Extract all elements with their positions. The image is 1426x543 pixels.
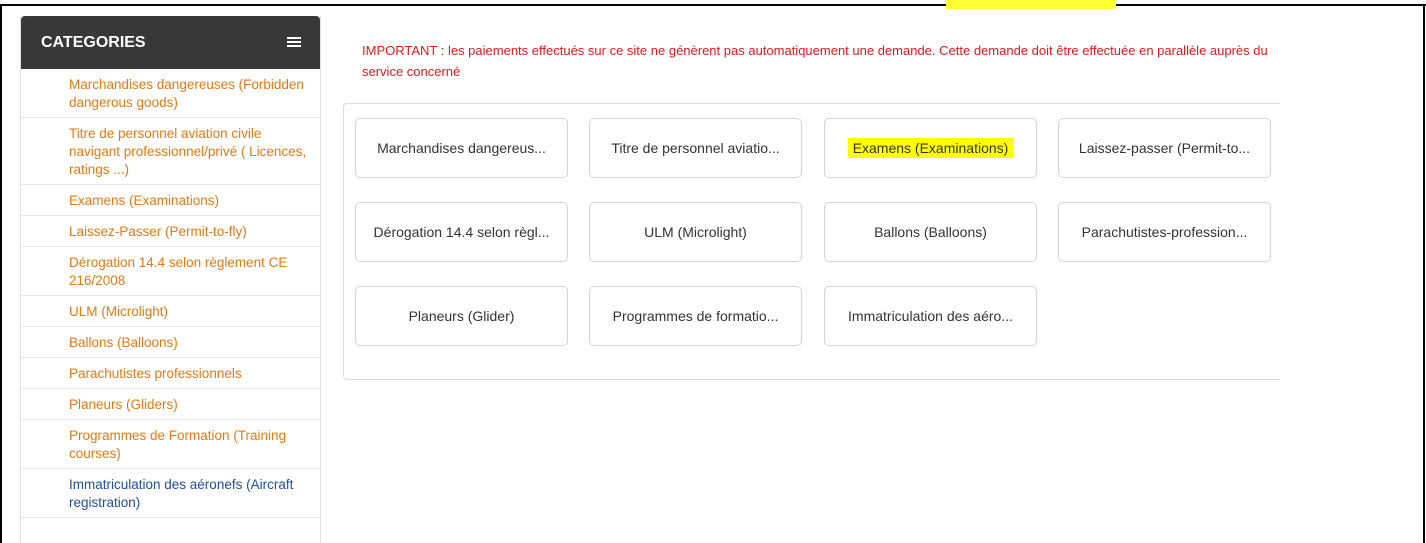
tile-examinations[interactable]: Examens (Examinations) — [824, 118, 1037, 178]
category-item-training-courses[interactable]: Programmes de Formation (Training course… — [21, 420, 320, 469]
category-item-personnel-licences[interactable]: Titre de personnel aviation civile navig… — [21, 118, 320, 185]
tile-aircraft-registration[interactable]: Immatriculation des aéro... — [824, 286, 1037, 346]
category-list: Marchandises dangereuses (Forbidden dang… — [21, 69, 320, 518]
category-item-gliders[interactable]: Planeurs (Gliders) — [21, 389, 320, 420]
frame-border-top — [0, 4, 1426, 6]
category-item-aircraft-registration[interactable]: Immatriculation des aéronefs (Aircraft r… — [21, 469, 320, 518]
frame-border-left — [0, 4, 2, 543]
category-item-permit-to-fly[interactable]: Laissez-Passer (Permit-to-fly) — [21, 216, 320, 247]
tile-label: Programmes de formatio... — [612, 308, 779, 324]
tile-label: Parachutistes-profession... — [1081, 224, 1248, 240]
category-item-parachutists[interactable]: Parachutistes professionnels — [21, 358, 320, 389]
frame-border-right — [1423, 4, 1425, 543]
tile-label: Titre de personnel aviatio... — [611, 140, 780, 156]
category-item-balloons[interactable]: Ballons (Balloons) — [21, 327, 320, 358]
tile-label: Marchandises dangereus... — [377, 140, 546, 156]
category-item-derogation[interactable]: Dérogation 14.4 selon règlement CE 216/2… — [21, 247, 320, 296]
tile-dangerous-goods[interactable]: Marchandises dangereus... — [355, 118, 568, 178]
tile-label: Ballons (Balloons) — [874, 224, 987, 240]
top-highlight-mark — [946, 0, 1116, 9]
tile-gliders[interactable]: Planeurs (Glider) — [355, 286, 568, 346]
category-tiles-panel: Marchandises dangereus... Titre de perso… — [343, 103, 1280, 380]
tile-parachutists[interactable]: Parachutistes-profession... — [1058, 202, 1271, 262]
hamburger-menu-icon[interactable] — [287, 37, 301, 48]
tile-label: Laissez-passer (Permit-to... — [1078, 140, 1251, 156]
tile-label: Dérogation 14.4 selon règl... — [373, 224, 550, 240]
tile-microlight[interactable]: ULM (Microlight) — [589, 202, 802, 262]
tile-label-highlighted: Examens (Examinations) — [847, 138, 1014, 158]
tile-permit-to-fly[interactable]: Laissez-passer (Permit-to... — [1058, 118, 1271, 178]
tile-balloons[interactable]: Ballons (Balloons) — [824, 202, 1037, 262]
categories-header: CATEGORIES — [21, 16, 320, 69]
payment-notice: IMPORTANT : les paiements effectués sur … — [362, 43, 1268, 79]
categories-title: CATEGORIES — [41, 33, 146, 51]
category-item-examinations[interactable]: Examens (Examinations) — [21, 185, 320, 216]
tile-label: ULM (Microlight) — [644, 224, 747, 240]
category-item-microlight[interactable]: ULM (Microlight) — [21, 296, 320, 327]
categories-sidebar: CATEGORIES Marchandises dangereuses (For… — [20, 16, 321, 543]
tile-derogation[interactable]: Dérogation 14.4 selon règl... — [355, 202, 568, 262]
tile-personnel[interactable]: Titre de personnel aviatio... — [589, 118, 802, 178]
tile-label: Immatriculation des aéro... — [848, 308, 1013, 324]
tile-label: Planeurs (Glider) — [408, 308, 515, 324]
category-item-dangerous-goods[interactable]: Marchandises dangereuses (Forbidden dang… — [21, 69, 320, 118]
tile-training-programs[interactable]: Programmes de formatio... — [589, 286, 802, 346]
